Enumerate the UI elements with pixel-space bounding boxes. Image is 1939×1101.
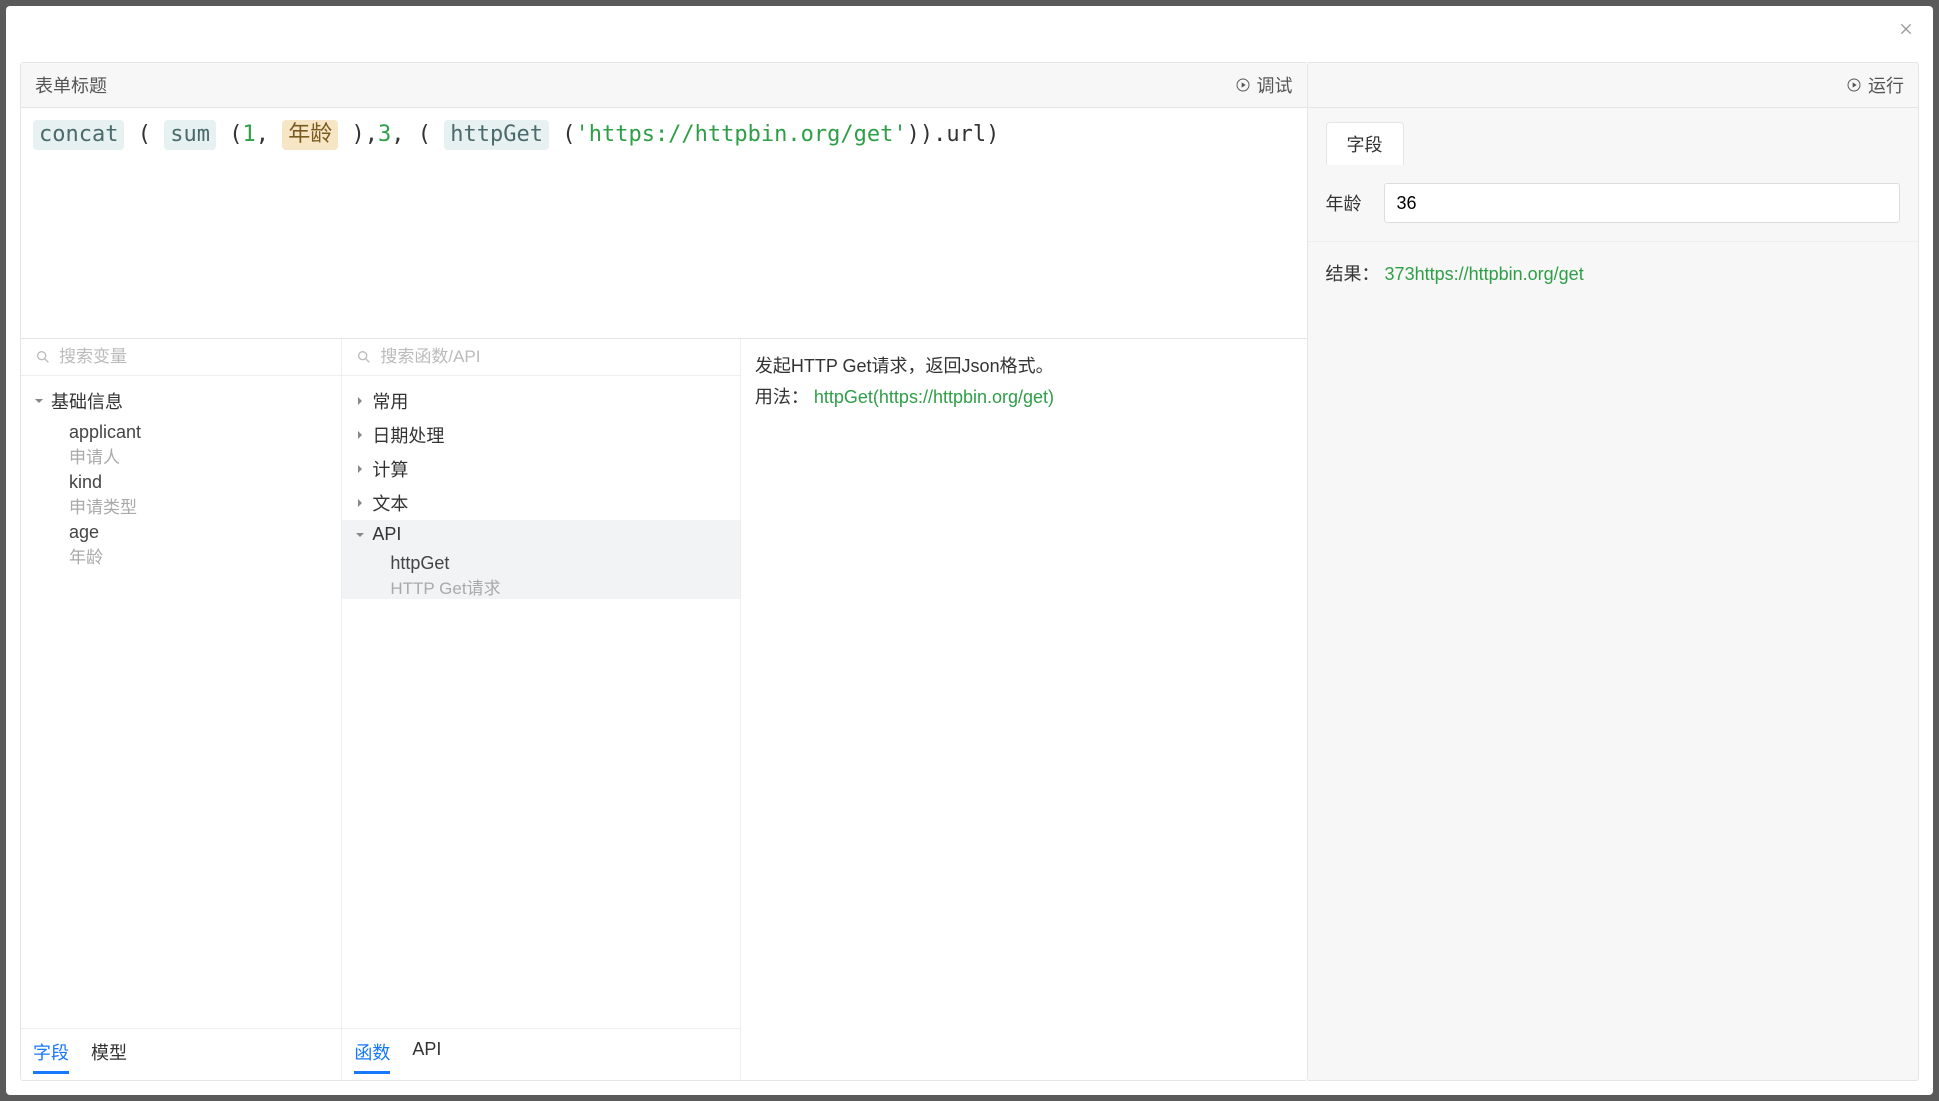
token-trail: .url)	[933, 122, 999, 147]
run-button[interactable]: 运行	[1846, 72, 1904, 98]
preview-header: 运行	[1308, 63, 1918, 108]
token-field-age: 年龄	[282, 120, 338, 150]
doc-usage-label: 用法：	[755, 387, 809, 407]
debug-button[interactable]: 调试	[1235, 72, 1293, 98]
editor-panel: 表单标题 调试 concat ( sum (1, 年龄 ),3, ( httpG…	[20, 62, 1308, 1081]
search-functions-input[interactable]	[380, 347, 726, 367]
token-url-string: 'https://httpbin.org/get'	[575, 122, 906, 147]
func-group-label: API	[372, 524, 401, 545]
token-comma: ,	[256, 122, 269, 147]
tab-functions[interactable]: 函数	[354, 1039, 390, 1074]
func-group-label: 日期处理	[372, 422, 444, 448]
token-comma2: ,	[365, 122, 378, 147]
result-row: 结果： 373https://httpbin.org/get	[1308, 242, 1918, 304]
caret-down-icon	[33, 395, 45, 407]
token-fn-concat: concat	[33, 120, 124, 150]
token-literal-3: 3	[378, 122, 391, 147]
token-paren-open2: (	[229, 122, 242, 147]
caret-down-icon	[354, 529, 366, 541]
doc-usage-value: httpGet(https://httpbin.org/get)	[814, 387, 1054, 407]
play-circle-icon	[1846, 77, 1862, 93]
var-item-kind[interactable]: kind申请类型	[21, 468, 341, 518]
func-group-计算[interactable]: 计算	[342, 452, 740, 486]
preview-tab-fields[interactable]: 字段	[1326, 122, 1404, 165]
token-paren-close2: ))	[907, 122, 934, 147]
field-tab-wrap: 字段	[1308, 108, 1918, 165]
variables-tree: 基础信息 applicant申请人kind申请类型age年龄	[21, 376, 341, 1028]
token-paren-open3: (	[418, 122, 431, 147]
func-item-name: httpGet	[390, 553, 728, 574]
func-item-httpGet[interactable]: httpGetHTTP Get请求	[342, 549, 740, 599]
play-circle-icon	[1235, 77, 1251, 93]
search-variables[interactable]	[21, 339, 341, 376]
token-paren-open: (	[138, 122, 151, 147]
func-group-label: 文本	[372, 490, 408, 516]
caret-right-icon	[354, 429, 366, 441]
result-label: 结果：	[1326, 264, 1380, 284]
field-input-年龄[interactable]	[1384, 183, 1900, 223]
var-item-applicant[interactable]: applicant申请人	[21, 418, 341, 468]
func-group-文本[interactable]: 文本	[342, 486, 740, 520]
token-literal-1: 1	[242, 122, 255, 147]
field-name: 年龄	[1326, 190, 1370, 216]
var-item-sub: 年龄	[69, 543, 329, 568]
caret-right-icon	[354, 395, 366, 407]
token-paren	[124, 122, 137, 147]
search-functions[interactable]	[342, 339, 740, 376]
token-comma3: ,	[391, 122, 404, 147]
preview-panel: 运行 字段 年龄 结果： 373https://httpbin.org/get	[1308, 62, 1919, 1081]
doc-description: 发起HTTP Get请求，返回Json格式。	[755, 351, 1293, 382]
search-icon	[35, 349, 51, 365]
run-label: 运行	[1868, 72, 1904, 98]
functions-column: 常用日期处理计算文本 API httpGetHTTP Get请求 函数 API	[342, 339, 741, 1080]
result-value: 373https://httpbin.org/get	[1385, 264, 1584, 284]
debug-label: 调试	[1257, 72, 1293, 98]
func-group-常用[interactable]: 常用	[342, 384, 740, 418]
token-paren-open4: (	[562, 122, 575, 147]
expression-editor[interactable]: concat ( sum (1, 年龄 ),3, ( httpGet ('htt…	[21, 108, 1307, 338]
form-title: 表单标题	[35, 72, 107, 98]
token-paren-close: )	[352, 122, 365, 147]
browser-row: 基础信息 applicant申请人kind申请类型age年龄 字段 模型	[21, 338, 1307, 1080]
func-tabs: 函数 API	[342, 1028, 740, 1080]
var-item-sub: 申请人	[69, 443, 329, 468]
func-group-日期处理[interactable]: 日期处理	[342, 418, 740, 452]
var-group-basic[interactable]: 基础信息	[21, 384, 341, 418]
field-row-年龄: 年龄	[1308, 165, 1918, 242]
doc-column: 发起HTTP Get请求，返回Json格式。 用法： httpGet(https…	[741, 339, 1307, 1080]
func-group-label: 常用	[372, 388, 408, 414]
search-variables-input[interactable]	[59, 347, 327, 367]
close-icon[interactable]	[1897, 20, 1915, 38]
token-fn-httpget: httpGet	[444, 120, 549, 150]
var-item-name: applicant	[69, 422, 329, 443]
functions-tree: 常用日期处理计算文本 API httpGetHTTP Get请求	[342, 376, 740, 1028]
var-item-name: kind	[69, 472, 329, 493]
search-icon	[356, 349, 372, 365]
func-group-label: 计算	[372, 456, 408, 482]
caret-right-icon	[354, 463, 366, 475]
var-item-sub: 申请类型	[69, 493, 329, 518]
caret-right-icon	[354, 497, 366, 509]
func-group-API[interactable]: API	[342, 520, 740, 549]
var-tabs: 字段 模型	[21, 1028, 341, 1080]
tab-fields[interactable]: 字段	[33, 1039, 69, 1074]
modal-dialog: 表单标题 调试 concat ( sum (1, 年龄 ),3, ( httpG…	[6, 6, 1933, 1095]
tab-api[interactable]: API	[412, 1039, 441, 1074]
var-item-name: age	[69, 522, 329, 543]
var-group-label: 基础信息	[51, 388, 123, 414]
token-fn-sum: sum	[164, 120, 216, 150]
tab-model[interactable]: 模型	[91, 1039, 127, 1074]
func-item-sub: HTTP Get请求	[390, 574, 728, 599]
var-item-age[interactable]: age年龄	[21, 518, 341, 568]
variables-column: 基础信息 applicant申请人kind申请类型age年龄 字段 模型	[21, 339, 342, 1080]
editor-header: 表单标题 调试	[21, 63, 1307, 108]
